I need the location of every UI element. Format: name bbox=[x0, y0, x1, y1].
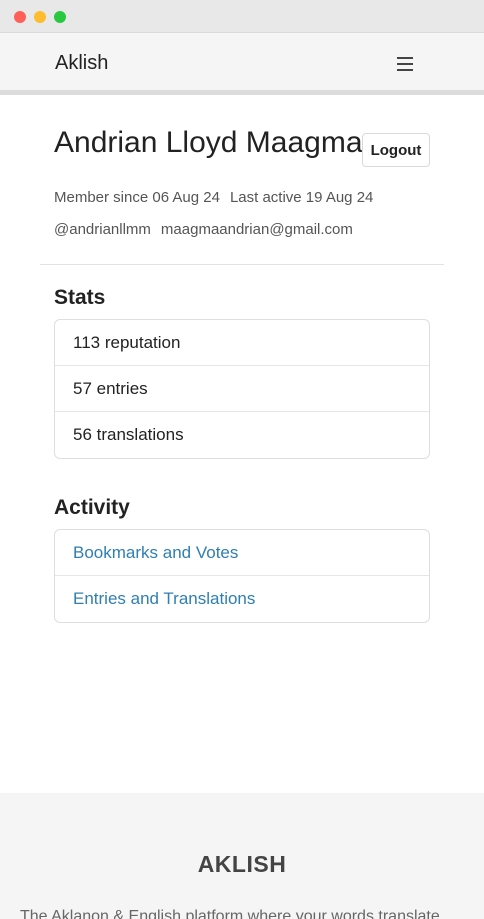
bookmarks-and-votes-link[interactable]: Bookmarks and Votes bbox=[55, 530, 429, 576]
profile-contact: @andrianllmm maagmaandrian@gmail.com bbox=[54, 221, 353, 238]
navbar: Aklish bbox=[0, 33, 484, 95]
brand-link[interactable]: Aklish bbox=[55, 52, 108, 75]
entries-and-translations-link[interactable]: Entries and Translations bbox=[55, 576, 429, 622]
activity-title: Activity bbox=[54, 496, 130, 519]
hamburger-menu-icon[interactable] bbox=[392, 52, 418, 76]
member-since: Member since 06 Aug 24 bbox=[54, 189, 220, 206]
email: maagmaandrian@gmail.com bbox=[160, 221, 353, 238]
username: @andrianllmm bbox=[54, 221, 151, 238]
logout-button[interactable]: Logout bbox=[362, 133, 430, 167]
close-window-icon[interactable] bbox=[14, 11, 26, 23]
minimize-window-icon[interactable] bbox=[34, 11, 46, 23]
footer-tagline: The Aklanon & English platform where you… bbox=[20, 908, 440, 919]
maximize-window-icon[interactable] bbox=[54, 11, 66, 23]
footer-title: AKLISH bbox=[197, 851, 287, 877]
window-titlebar bbox=[0, 0, 484, 33]
stat-entries: 57 entries bbox=[55, 366, 429, 412]
stat-translations: 56 translations bbox=[73, 425, 184, 444]
profile-dates: Member since 06 Aug 24 Last active 19 Aug… bbox=[54, 189, 373, 206]
divider bbox=[40, 264, 444, 265]
stat-reputation: 113 reputation bbox=[55, 320, 429, 366]
last-active: Last active 19 Aug 24 bbox=[229, 189, 374, 206]
activity-list: Bookmarks and Votes Entries and Translat… bbox=[54, 529, 430, 623]
stats-title: Stats bbox=[54, 286, 106, 309]
stats-list: 113 reputation 57 entries 56 translation… bbox=[54, 319, 430, 459]
profile-name: Andrian Lloyd Maagma bbox=[54, 126, 363, 159]
footer: AKLISH The Aklanon & English platform wh… bbox=[0, 793, 484, 919]
